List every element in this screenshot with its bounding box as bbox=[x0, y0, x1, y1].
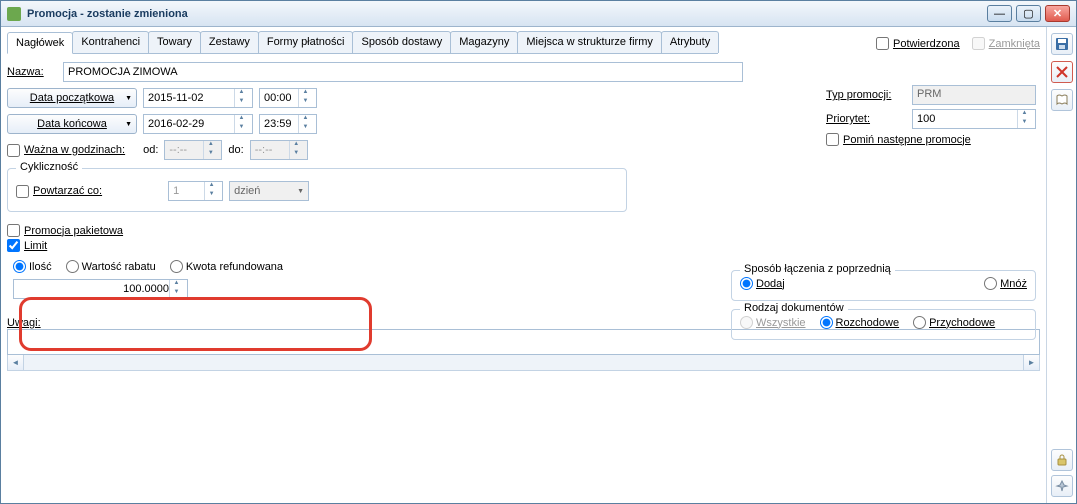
titlebar: Promocja - zostanie zmieniona — ▢ ✕ bbox=[1, 1, 1076, 27]
typ-value[interactable]: PRM bbox=[912, 85, 1036, 105]
cyklicznosc-group: Cykliczność Powtarzać co: 1 ▲▼ dzień▼ bbox=[7, 168, 627, 212]
do-spinner[interactable]: ▲▼ bbox=[289, 141, 303, 159]
od-label: od: bbox=[143, 144, 158, 156]
wszystkie-radio: Wszystkie bbox=[740, 316, 806, 329]
cyklicznosc-legend: Cykliczność bbox=[16, 161, 82, 173]
window-controls: — ▢ ✕ bbox=[987, 5, 1070, 22]
dodaj-radio[interactable]: Dodaj bbox=[740, 277, 785, 290]
pin-button[interactable] bbox=[1051, 475, 1073, 497]
ilosc-radio[interactable]: Ilość bbox=[13, 260, 52, 273]
main-panel: Nagłówek Kontrahenci Towary Zestawy Form… bbox=[1, 27, 1046, 503]
tab-kontrahenci[interactable]: Kontrahenci bbox=[72, 31, 149, 53]
rodzaj-group: Rodzaj dokumentów Wszystkie Rozchodowe P… bbox=[731, 309, 1036, 340]
tab-atrybuty[interactable]: Atrybuty bbox=[661, 31, 719, 53]
side-toolbar bbox=[1046, 27, 1076, 503]
save-button[interactable] bbox=[1051, 33, 1073, 55]
tab-strip: Nagłówek Kontrahenci Towary Zestawy Form… bbox=[7, 31, 718, 54]
x-red-icon bbox=[1055, 65, 1069, 79]
laczenie-group: Sposób łączenia z poprzednią Dodaj Mnóż bbox=[731, 270, 1036, 301]
delete-button[interactable] bbox=[1051, 61, 1073, 83]
nazwa-label: Nazwa: bbox=[7, 66, 63, 78]
potwierdzona-check[interactable]: Potwierdzona bbox=[876, 37, 960, 50]
od-input[interactable]: --:-- ▲▼ bbox=[164, 140, 222, 160]
pomin-check[interactable]: Pomiń następne promocje bbox=[826, 133, 1036, 146]
priorytet-label: Priorytet: bbox=[826, 113, 906, 125]
end-date-input[interactable]: 2016-02-29 ▲▼ bbox=[143, 114, 253, 134]
do-label: do: bbox=[228, 144, 243, 156]
mnoz-radio[interactable]: Mnóż bbox=[984, 277, 1027, 290]
do-input[interactable]: --:-- ▲▼ bbox=[250, 140, 308, 160]
start-time-spinner[interactable]: ▲▼ bbox=[298, 89, 312, 107]
kwota-radio[interactable]: Kwota refundowana bbox=[170, 260, 283, 273]
tab-zestawy[interactable]: Zestawy bbox=[200, 31, 259, 53]
book-button[interactable] bbox=[1051, 89, 1073, 111]
zamknieta-check[interactable]: Zamknięta bbox=[972, 37, 1040, 50]
app-icon bbox=[7, 7, 21, 21]
close-button[interactable]: ✕ bbox=[1045, 5, 1070, 22]
powtarzac-spinner[interactable]: ▲▼ bbox=[204, 182, 218, 200]
wartosc-radio[interactable]: Wartość rabatu bbox=[66, 260, 156, 273]
start-time-input[interactable]: 00:00 ▲▼ bbox=[259, 88, 317, 108]
tab-sposob-dostawy[interactable]: Sposób dostawy bbox=[352, 31, 451, 53]
limit-check[interactable]: Limit bbox=[7, 239, 1040, 252]
book-icon bbox=[1055, 93, 1069, 107]
wazna-check[interactable]: Ważna w godzinach: bbox=[7, 144, 125, 157]
nazwa-input[interactable] bbox=[63, 62, 743, 82]
window-title: Promocja - zostanie zmieniona bbox=[27, 8, 987, 20]
pakietowa-check[interactable]: Promocja pakietowa bbox=[7, 224, 1040, 237]
data-koncowa-button[interactable]: Data końcowa bbox=[7, 114, 137, 134]
priorytet-input[interactable]: 100 ▲▼ bbox=[912, 109, 1036, 129]
tab-formy-platnosci[interactable]: Formy płatności bbox=[258, 31, 354, 53]
minimize-button[interactable]: — bbox=[987, 5, 1012, 22]
od-spinner[interactable]: ▲▼ bbox=[203, 141, 217, 159]
uwagi-scrollbar[interactable]: ◄ ► bbox=[7, 355, 1040, 371]
rozchodowe-radio[interactable]: Rozchodowe bbox=[820, 316, 900, 329]
powtarzac-unit[interactable]: dzień▼ bbox=[229, 181, 309, 201]
start-date-input[interactable]: 2015-11-02 ▲▼ bbox=[143, 88, 253, 108]
limit-value-input[interactable]: 100.0000 ▲▼ bbox=[13, 279, 188, 299]
laczenie-legend: Sposób łączenia z poprzednią bbox=[740, 263, 895, 275]
start-date-spinner[interactable]: ▲▼ bbox=[234, 89, 248, 107]
przychodowe-radio[interactable]: Przychodowe bbox=[913, 316, 995, 329]
pin-icon bbox=[1055, 479, 1069, 493]
scroll-left-icon[interactable]: ◄ bbox=[8, 355, 24, 370]
powtarzac-value[interactable]: 1 ▲▼ bbox=[168, 181, 223, 201]
lock-button[interactable] bbox=[1051, 449, 1073, 471]
end-time-input[interactable]: 23:59 ▲▼ bbox=[259, 114, 317, 134]
tab-magazyny[interactable]: Magazyny bbox=[450, 31, 518, 53]
scroll-right-icon[interactable]: ► bbox=[1023, 355, 1039, 370]
end-date-spinner[interactable]: ▲▼ bbox=[234, 115, 248, 133]
floppy-icon bbox=[1055, 37, 1069, 51]
content: Nagłówek Kontrahenci Towary Zestawy Form… bbox=[1, 27, 1076, 503]
typ-label: Typ promocji: bbox=[826, 89, 906, 101]
lock-icon bbox=[1055, 453, 1069, 467]
maximize-button[interactable]: ▢ bbox=[1016, 5, 1041, 22]
window: Promocja - zostanie zmieniona — ▢ ✕ Nagł… bbox=[0, 0, 1077, 504]
end-time-spinner[interactable]: ▲▼ bbox=[298, 115, 312, 133]
tab-miejsca[interactable]: Miejsca w strukturze firmy bbox=[517, 31, 662, 53]
tab-naglowek[interactable]: Nagłówek bbox=[7, 32, 73, 54]
limit-value-spinner[interactable]: ▲▼ bbox=[169, 280, 183, 298]
rodzaj-legend: Rodzaj dokumentów bbox=[740, 302, 848, 314]
tab-towary[interactable]: Towary bbox=[148, 31, 201, 53]
data-poczatkowa-button[interactable]: Data początkowa bbox=[7, 88, 137, 108]
priorytet-spinner[interactable]: ▲▼ bbox=[1017, 110, 1031, 128]
powtarzac-check[interactable]: Powtarzać co: bbox=[16, 185, 102, 198]
right-panel: Typ promocji: PRM Priorytet: 100 ▲▼ Pomi… bbox=[826, 85, 1036, 146]
